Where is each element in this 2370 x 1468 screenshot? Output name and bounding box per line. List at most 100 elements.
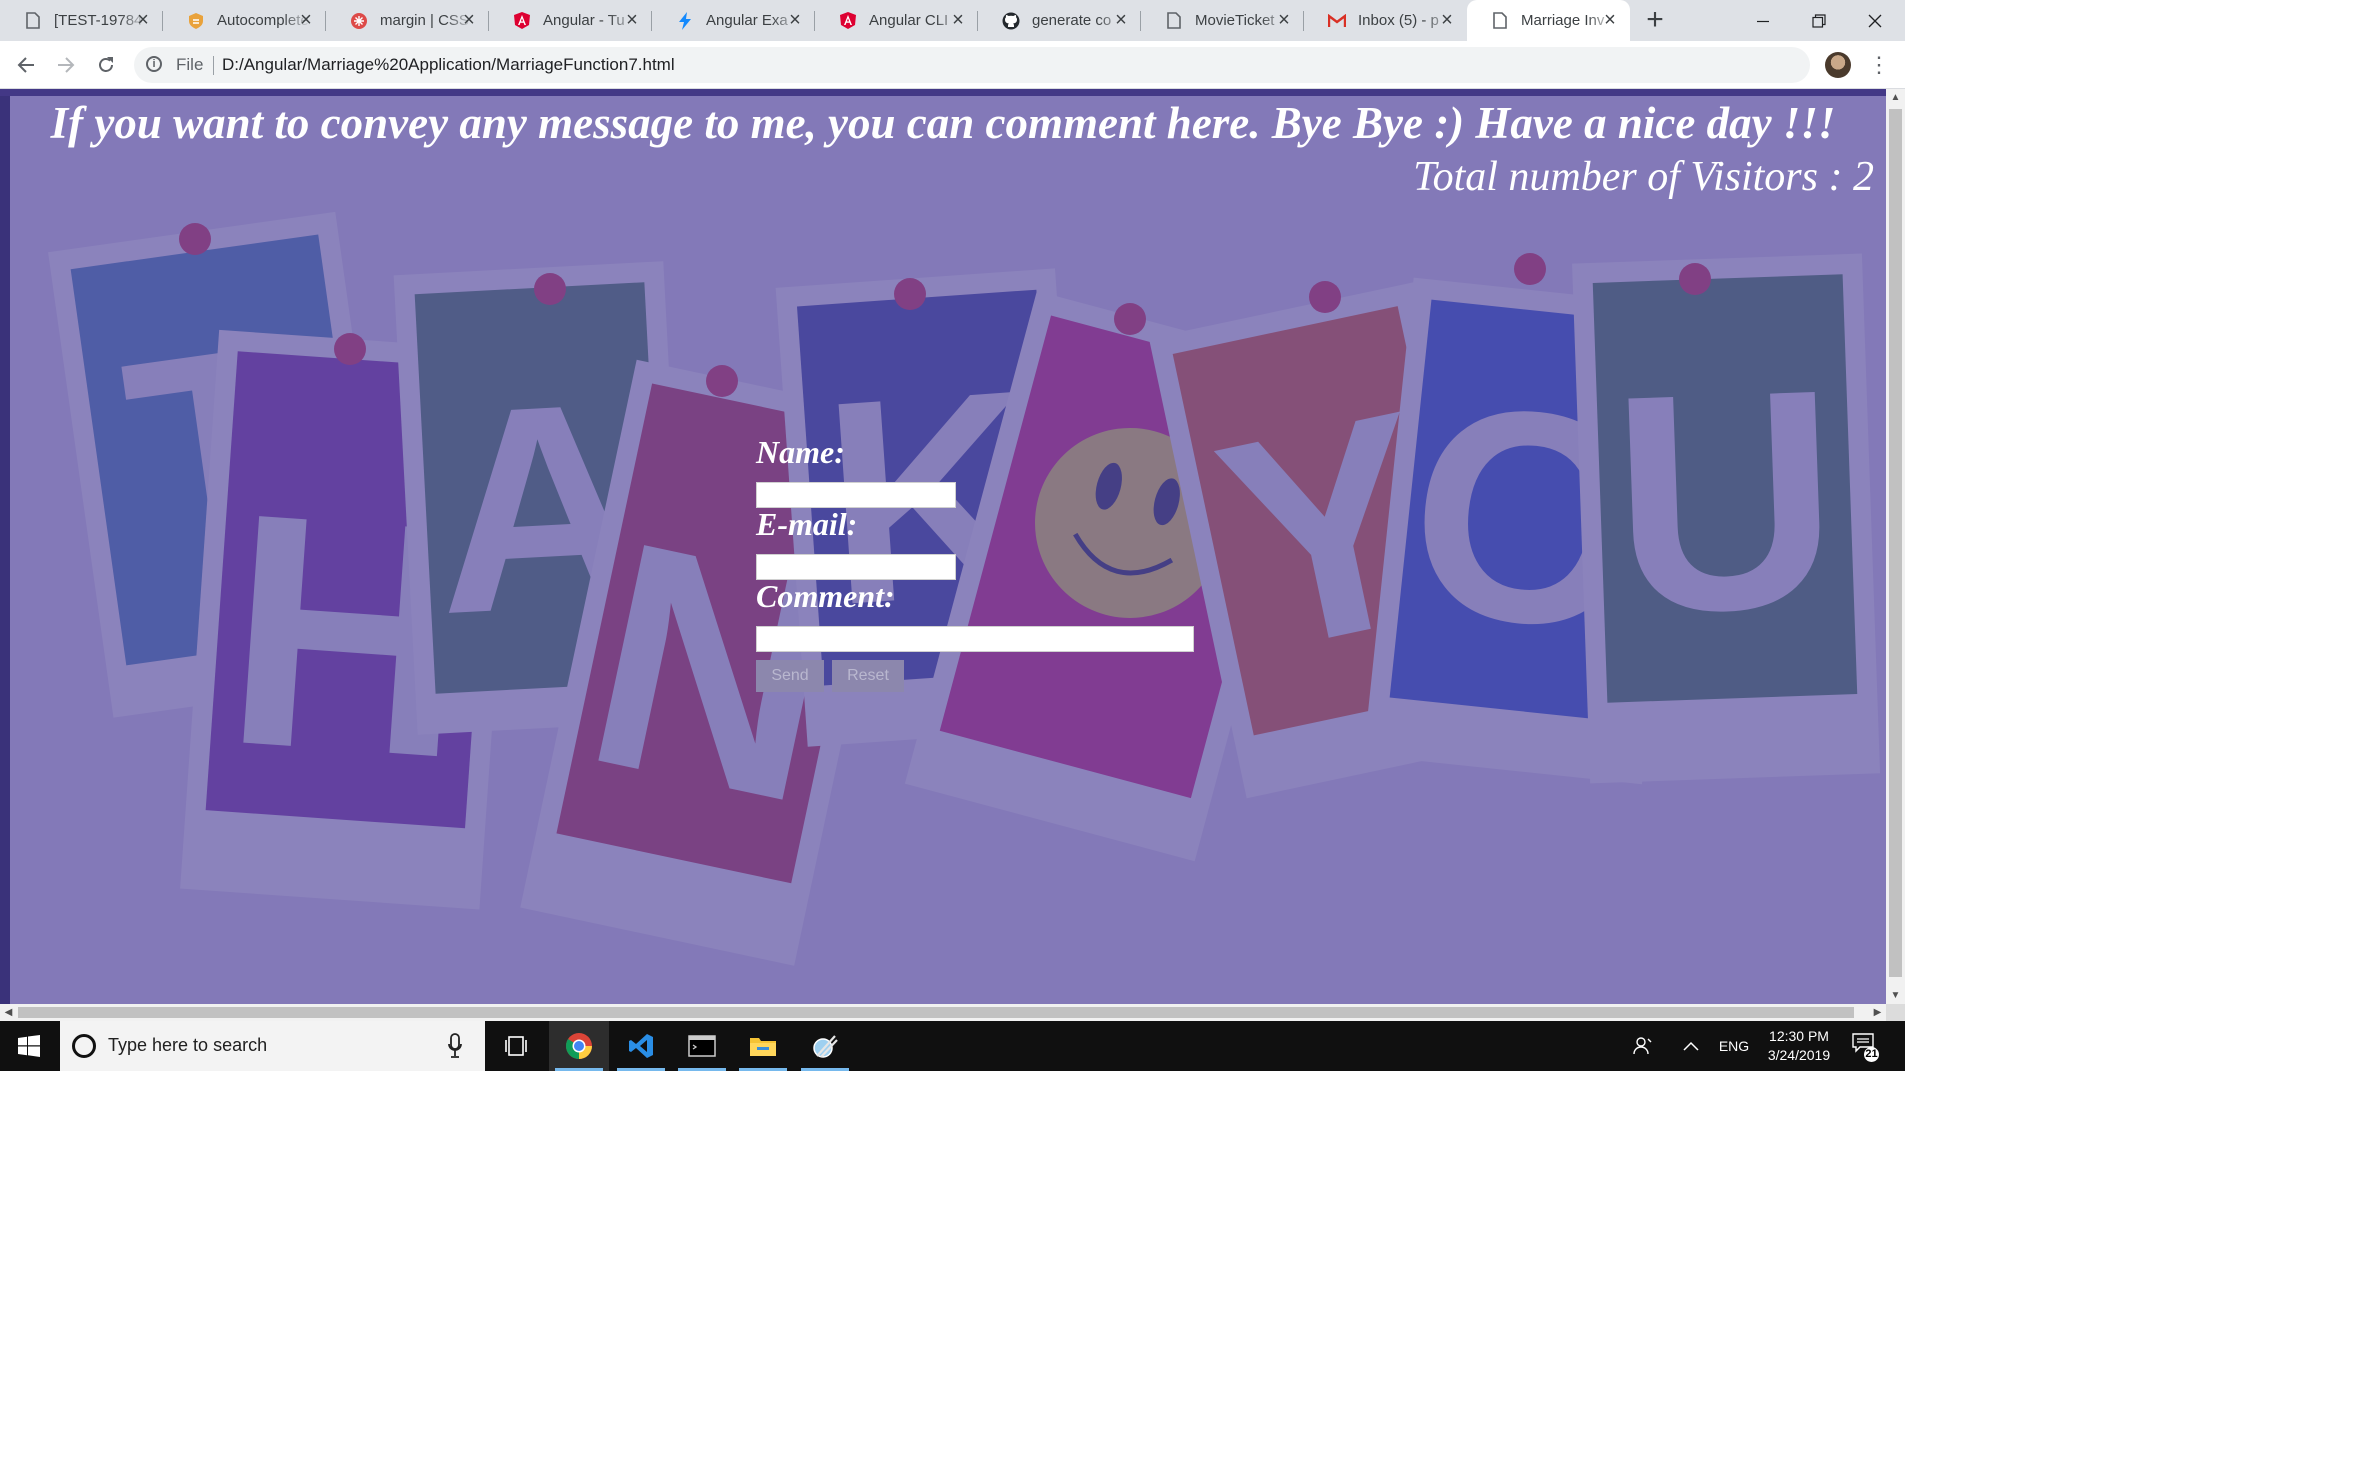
page-icon [24,12,42,30]
name-label: Name: [756,434,845,470]
close-window-button[interactable] [1847,0,1903,41]
close-icon[interactable]: × [785,10,805,30]
action-center-button[interactable]: 21 [1852,1033,1879,1062]
github-icon [1002,12,1020,30]
taskbar-chrome[interactable] [549,1021,609,1071]
horizontal-scroll-thumb[interactable] [18,1007,1854,1018]
taskbar-vscode[interactable] [611,1021,671,1071]
stackblitz-icon [676,11,694,30]
desktop-screen: [TEST-19784 × Autocomplete × margin | CS… [0,0,1905,1071]
email-label: E-mail: [756,506,858,542]
folder-icon [750,1038,776,1056]
email-input[interactable] [756,554,956,580]
close-icon[interactable]: × [622,10,642,30]
left-border-strip [0,89,10,1004]
task-view-icon [505,1036,527,1056]
visitor-counter: Total number of Visitors : 2 [1413,154,1874,200]
tab-test[interactable]: [TEST-19784 × [0,0,163,41]
tab-angular-cli[interactable]: Angular CLI × [815,0,978,41]
horizontal-scrollbar[interactable]: ◀ ▶ [0,1004,1886,1021]
vertical-scroll-thumb[interactable] [1889,109,1902,977]
tab-autocomplete[interactable]: Autocomplete × [163,0,326,41]
close-icon[interactable]: × [459,10,479,30]
reset-button[interactable]: Reset [832,660,904,692]
cortana-icon [72,1034,96,1058]
tab-movieticket[interactable]: MovieTicket × [1141,0,1304,41]
vscode-icon [629,1034,653,1058]
active-indicator [555,1068,603,1071]
active-indicator [678,1068,726,1071]
comment-input[interactable] [756,626,1194,652]
clock-time: 12:30 PM [1769,1028,1829,1044]
microphone-icon[interactable] [448,1033,462,1059]
address-bar[interactable]: i File D:/Angular/Marriage%20Application… [134,47,1810,83]
close-icon[interactable]: × [133,10,153,30]
address-separator [213,56,214,75]
taskbar-file-explorer[interactable] [733,1021,793,1071]
people-icon[interactable] [1628,1021,1658,1071]
notification-count-badge: 21 [1864,1047,1879,1062]
task-view-button[interactable] [486,1021,546,1071]
profile-avatar[interactable] [1825,52,1851,78]
scroll-down-arrow-icon[interactable]: ▼ [1886,987,1905,1004]
angular-icon [513,12,531,30]
tab-angular-tutorial[interactable]: Angular - Tu × [489,0,652,41]
comment-label: Comment: [756,578,895,614]
tab-strip: [TEST-19784 × Autocomplete × margin | CS… [0,0,1905,41]
name-input[interactable] [756,482,956,508]
tab-generate-component[interactable]: generate co × [978,0,1141,41]
url-text[interactable]: D:/Angular/Marriage%20Application/Marria… [222,55,675,75]
close-icon[interactable]: × [1274,10,1294,30]
close-icon[interactable]: × [1600,10,1620,30]
scroll-up-arrow-icon[interactable]: ▲ [1886,89,1905,106]
close-icon[interactable]: × [296,10,316,30]
restore-button[interactable] [1791,0,1847,41]
language-indicator[interactable]: ENG [1714,1021,1754,1071]
taskbar-search-box[interactable]: Type here to search [60,1021,485,1071]
send-button[interactable]: Send [756,660,824,692]
active-indicator [617,1068,665,1071]
page-headline: If you want to convey any message to me,… [50,98,1836,148]
css-icon [350,12,368,30]
purple-overlay [10,89,1886,1004]
scrollbar-corner [1886,1004,1905,1021]
info-icon[interactable]: i [146,56,162,72]
page-icon [1491,12,1509,30]
page-viewport: T H A N K [0,89,1886,1004]
forward-button[interactable] [52,51,80,79]
active-indicator [739,1068,787,1071]
gmail-icon [1328,12,1346,30]
windows-logo-icon [18,1035,40,1057]
snipping-tool-icon [813,1035,838,1058]
top-border-strip [0,89,1886,96]
tab-angular-example[interactable]: Angular Exa × [652,0,815,41]
scroll-left-arrow-icon[interactable]: ◀ [0,1004,17,1021]
taskbar-snipping-tool[interactable] [795,1021,855,1071]
close-icon[interactable]: × [1111,10,1131,30]
browser-menu-icon[interactable]: ⋮ [1868,50,1890,80]
start-button[interactable] [0,1021,58,1071]
close-icon[interactable]: × [1437,10,1457,30]
shield-icon [187,12,205,30]
system-clock[interactable]: 12:30 PM 3/24/2019 [1754,1027,1844,1065]
scroll-right-arrow-icon[interactable]: ▶ [1869,1004,1886,1021]
search-placeholder: Type here to search [108,1035,268,1055]
taskbar-terminal[interactable] [672,1021,732,1071]
tab-inbox[interactable]: Inbox (5) - p × [1304,0,1467,41]
browser-toolbar: i File D:/Angular/Marriage%20Application… [0,41,1905,89]
new-tab-button[interactable]: + [1640,5,1670,36]
vertical-scrollbar[interactable]: ▲ ▼ [1886,89,1905,1004]
page-icon [1165,12,1183,30]
minimize-button[interactable] [1735,0,1791,41]
clock-date: 3/24/2019 [1767,1047,1831,1063]
close-icon[interactable]: × [948,10,968,30]
tab-margin-css[interactable]: margin | CSS × [326,0,489,41]
terminal-icon [688,1035,716,1057]
back-button[interactable] [12,51,40,79]
chrome-icon [565,1033,592,1060]
tab-marriage-invitation[interactable]: Marriage Inv × [1467,0,1630,41]
active-indicator [801,1068,849,1071]
reload-button[interactable] [92,51,120,79]
tray-overflow-chevron-up-icon[interactable] [1676,1021,1706,1071]
scheme-label: File [176,55,204,74]
